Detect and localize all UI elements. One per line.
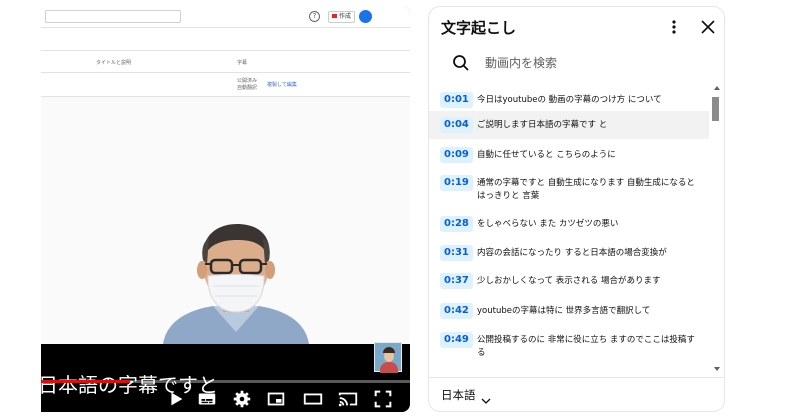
transcript-segment[interactable]: 0:31 内容の会話になったり すると日本語の場合変換が	[429, 245, 709, 273]
segment-text: 公開投稿するのに 非常に役に立ち ますのでここは投稿する	[477, 335, 695, 358]
transcript-segment[interactable]: 0:04 ご説明します日本語の字幕です と	[429, 111, 709, 139]
search-icon[interactable]	[451, 53, 471, 73]
studio-status-1: 公開済み	[237, 78, 258, 84]
segment-text: ご説明します日本語の字幕です と	[477, 120, 608, 130]
scrollbar[interactable]	[711, 83, 721, 371]
search-input[interactable]	[485, 52, 695, 74]
transcript-segment[interactable]: 0:37 少しおかしくなって 表示される 場合があります	[429, 273, 709, 303]
segment-timestamp[interactable]: 0:01	[440, 92, 473, 108]
chevron-down-icon[interactable]	[481, 390, 491, 404]
transcript-panel: 文字起こし 0:01 今日はyoutubeの 動画の字幕のつけ方 について 0:04…	[428, 6, 725, 412]
subtitles-icon[interactable]	[196, 388, 218, 410]
studio-header: ? 作成	[41, 6, 410, 28]
segment-timestamp[interactable]: 0:19	[440, 175, 473, 191]
help-icon: ?	[309, 11, 320, 22]
segment-text: 通常の字幕ですと 自動生成になります 自動生成になるとはっきりと 言葉	[477, 178, 695, 201]
segment-text: 少しおかしくなって 表示される 場合があります	[477, 276, 661, 286]
segment-text: 今日はyoutubeの 動画の字幕のつけ方 について	[477, 95, 662, 105]
transcript-segment[interactable]: 0:19 通常の字幕ですと 自動生成になります 自動生成になるとはっきりと 言葉	[429, 175, 709, 216]
progress-fill	[41, 380, 130, 383]
segment-timestamp[interactable]: 0:37	[440, 273, 473, 289]
segment-timestamp[interactable]: 0:04	[440, 117, 473, 133]
segment-timestamp[interactable]: 0:09	[440, 147, 473, 163]
webcam-thumbnail	[374, 342, 402, 373]
studio-table-row: 公開済み 自動翻訳 複製して編集	[41, 73, 410, 97]
segment-timestamp[interactable]: 0:28	[440, 216, 473, 232]
studio-col-subtitles: 字幕	[237, 60, 248, 66]
app-root: ? 作成 タイトルと説明 字幕 公開済み 自動翻訳 複製して編集 日本語の字幕で…	[0, 0, 800, 419]
panel-title: 文字起こし	[441, 19, 517, 37]
transcript-list: 0:01 今日はyoutubeの 動画の字幕のつけ方 について 0:04 ご説明します…	[429, 83, 709, 369]
segment-timestamp[interactable]: 0:49	[440, 332, 473, 348]
segment-timestamp[interactable]: 0:31	[440, 245, 473, 261]
video-player[interactable]: ? 作成 タイトルと説明 字幕 公開済み 自動翻訳 複製して編集 日本語の字幕で…	[41, 6, 410, 412]
transcript-search	[429, 45, 724, 81]
studio-create-label: 作成	[339, 13, 352, 20]
studio-search-box	[45, 10, 181, 23]
studio-col-title: タイトルと説明	[96, 60, 132, 66]
cast-icon[interactable]	[337, 388, 359, 410]
studio-table-header: タイトルと説明 字幕	[41, 51, 410, 73]
play-icon[interactable]	[165, 388, 187, 410]
studio-toolbar	[41, 28, 410, 51]
studio-status-2: 自動翻訳	[237, 85, 258, 91]
studio-action-link: 複製して編集	[267, 82, 297, 88]
player-controls	[41, 384, 410, 412]
transcript-segment[interactable]: 0:49 公開投稿するのに 非常に役に立ち ますのでここは投稿する	[429, 332, 709, 366]
scroll-up-icon[interactable]	[714, 86, 720, 90]
transcript-segment[interactable]: 0:09 自動に任せていると こちらのように	[429, 147, 709, 175]
studio-create-button: 作成	[328, 11, 356, 23]
segment-text: 内容の会話になったり すると日本語の場合変換が	[477, 248, 667, 258]
presenter-image	[163, 224, 309, 344]
scroll-down-icon[interactable]	[714, 367, 720, 371]
video-frame: ? 作成 タイトルと説明 字幕 公開済み 自動翻訳 複製して編集	[41, 6, 410, 373]
miniplayer-icon[interactable]	[265, 388, 287, 410]
language-bar: 日本語	[429, 377, 724, 411]
record-icon	[332, 14, 337, 18]
segment-timestamp[interactable]: 0:42	[440, 303, 473, 319]
more-options-icon[interactable]	[667, 18, 681, 36]
theater-icon[interactable]	[302, 388, 324, 410]
segment-text: をしゃべらない また カツゼツの悪い	[477, 219, 619, 229]
language-selector[interactable]: 日本語	[441, 387, 476, 403]
settings-icon[interactable]	[231, 388, 253, 410]
scrollbar-thumb[interactable]	[712, 97, 719, 121]
studio-avatar	[359, 10, 372, 23]
close-icon[interactable]	[699, 18, 717, 36]
fullscreen-icon[interactable]	[372, 388, 394, 410]
segment-text: youtubeの字幕は特に 世界多言語で翻訳して	[477, 306, 651, 316]
progress-bar[interactable]	[41, 380, 410, 383]
transcript-segment[interactable]: 0:42 youtubeの字幕は特に 世界多言語で翻訳して	[429, 303, 709, 332]
segment-text: 自動に任せていると こちらのように	[477, 150, 616, 160]
transcript-segment[interactable]: 0:28 をしゃべらない また カツゼツの悪い	[429, 216, 709, 245]
